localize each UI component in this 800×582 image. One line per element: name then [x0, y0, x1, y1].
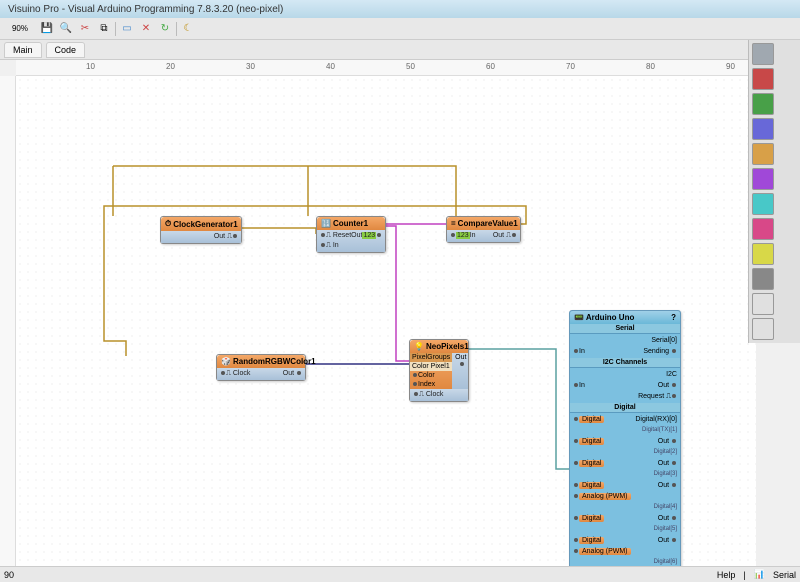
led-icon: 💡 — [414, 342, 424, 351]
delete-icon[interactable]: ✕ — [138, 21, 154, 37]
palette-item[interactable] — [752, 143, 774, 165]
palette-item[interactable] — [752, 93, 774, 115]
palette-item[interactable] — [752, 118, 774, 140]
counter-icon: 🔢 — [321, 219, 331, 228]
help-icon[interactable]: ? — [671, 313, 676, 322]
node-counter[interactable]: 🔢Counter1 ⎍ ResetOut123 ⎍ In — [316, 216, 386, 253]
copy-icon[interactable]: ⧉ — [96, 21, 112, 37]
design-canvas[interactable]: ⏱ClockGenerator1 Out ⎍ 🔢Counter1 ⎍ Reset… — [16, 76, 756, 566]
cut-icon[interactable]: ✂ — [77, 21, 93, 37]
tab-code[interactable]: Code — [46, 42, 86, 58]
main-toolbar: 90% 💾 🔍 ✂ ⧉ ▭ ✕ ↻ ☾ — [0, 18, 800, 40]
ruler-horizontal: 10 20 30 40 50 60 70 80 90 — [16, 60, 800, 76]
status-serial[interactable]: Serial — [773, 570, 796, 580]
status-coord: 90 — [4, 570, 14, 580]
status-help[interactable]: Help — [717, 570, 736, 580]
ruler-vertical — [0, 76, 16, 566]
search-icon[interactable]: 🔍 — [58, 21, 74, 37]
compare-icon: = — [451, 219, 456, 228]
palette-item[interactable] — [752, 168, 774, 190]
node-arduino-uno[interactable]: 📟 Arduino Uno? Serial Serial[0] InSendin… — [569, 310, 681, 566]
palette-item[interactable] — [752, 218, 774, 240]
tab-bar: Main Code — [0, 40, 800, 60]
node-compare-value[interactable]: =CompareValue1 123InOut ⎍ — [446, 216, 521, 243]
title-bar: Visuino Pro - Visual Arduino Programming… — [0, 0, 800, 18]
node-random-color[interactable]: 🎲RandomRGBWColor1 ⎍ ClockOut — [216, 354, 306, 381]
theme-icon[interactable]: ☾ — [180, 21, 196, 37]
tab-main[interactable]: Main — [4, 42, 42, 58]
zoom-dropdown[interactable]: 90% — [4, 21, 36, 37]
palette-item[interactable] — [752, 243, 774, 265]
serial-icon: 📊 — [754, 569, 765, 580]
refresh-icon[interactable]: ↻ — [157, 21, 173, 37]
save-icon[interactable]: 💾 — [39, 21, 55, 37]
palette-item[interactable] — [752, 43, 774, 65]
clock-icon: ⏱ — [165, 219, 171, 229]
component-palette — [748, 40, 800, 343]
palette-item[interactable] — [752, 193, 774, 215]
dice-icon: 🎲 — [221, 357, 231, 366]
palette-item[interactable] — [752, 68, 774, 90]
palette-item[interactable] — [752, 268, 774, 290]
app-title: Visuino Pro - Visual Arduino Programming… — [8, 4, 283, 15]
palette-item[interactable] — [752, 318, 774, 340]
select-icon[interactable]: ▭ — [119, 21, 135, 37]
status-bar: 90 Help | 📊 Serial — [0, 566, 800, 582]
palette-item[interactable] — [752, 293, 774, 315]
node-neopixels[interactable]: 💡NeoPixels1 PixelGroups Color Pixel1 Col… — [409, 339, 469, 402]
node-clock-generator[interactable]: ⏱ClockGenerator1 Out ⎍ — [160, 216, 242, 244]
board-icon: 📟 — [574, 313, 584, 322]
